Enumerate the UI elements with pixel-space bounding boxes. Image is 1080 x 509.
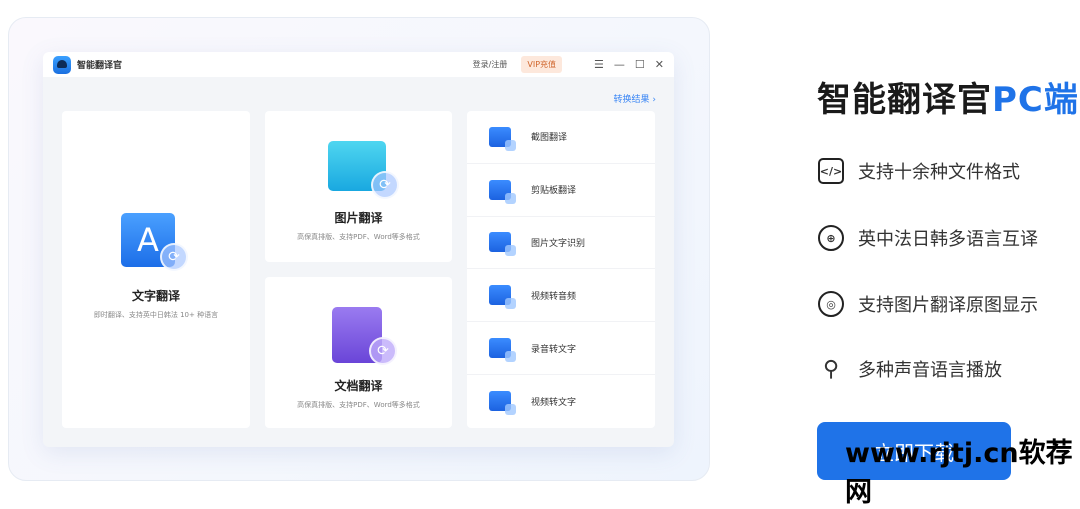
vip-button[interactable]: VIP充值 [521,56,563,73]
clipboard-icon [489,179,516,204]
video-icon [489,285,516,310]
feature-item: </> 支持十余种文件格式 [818,158,1020,184]
tool-video-to-text[interactable]: 视频转文字 [467,375,655,428]
app-window: 智能翻译官 登录/注册 VIP充值 ☰ — ☐ ✕ 转换结果 › A ⟳ 文字翻… [43,52,674,447]
image-translate-card[interactable]: ⟳ 图片翻译 高保真排版、支持PDF、Word等多格式 [265,111,452,262]
feature-label: 支持十余种文件格式 [858,162,1020,183]
sync-icon: ⟳ [160,243,188,271]
tool-label: 截图翻译 [531,133,568,144]
card-desc: 高保真排版、支持PDF、Word等多格式 [297,233,420,241]
sync-icon: ⟳ [369,337,397,365]
screenshot-icon [489,126,516,151]
tool-video-to-audio[interactable]: 视频转音频 [467,269,655,323]
menu-icon[interactable]: ☰ [594,58,604,71]
tool-clipboard-translate[interactable]: 剪贴板翻译 [467,164,655,217]
maximize-icon[interactable]: ☐ [635,58,645,71]
file-code-icon: </> [818,158,844,184]
feature-label: 支持图片翻译原图显示 [858,295,1038,316]
doc-translate-card[interactable]: ⟳ 文档翻译 高保真排版、支持PDF、Word等多格式 [265,277,452,428]
tools-list: 截图翻译 剪贴板翻译 图片文字识别 视频转音频 录音转文字 视频转文字 [467,111,655,428]
login-link[interactable]: 登录/注册 [473,59,508,70]
close-icon[interactable]: ✕ [655,58,664,71]
minimize-icon[interactable]: — [614,58,625,71]
promo-title: 智能翻译官PC端 [817,80,1079,120]
feature-item: ⚲ 多种声音语言播放 [818,356,1002,382]
tool-recording-to-text[interactable]: 录音转文字 [467,322,655,375]
ocr-icon [489,232,516,257]
card-desc: 高保真排版、支持PDF、Word等多格式 [297,401,420,409]
feature-label: 英中法日韩多语言互译 [858,229,1038,250]
card-title: 图片翻译 [334,211,383,225]
title-bar: 智能翻译官 登录/注册 VIP充值 ☰ — ☐ ✕ [43,52,674,77]
tool-label: 图片文字识别 [531,238,586,249]
microphone-icon [489,338,516,363]
feature-item: ⊕ 英中法日韩多语言互译 [818,225,1038,251]
conversion-results-link[interactable]: 转换结果 › [614,92,656,105]
globe-icon: ⊕ [818,225,844,251]
tool-image-ocr[interactable]: 图片文字识别 [467,217,655,270]
sync-icon: ⟳ [371,171,399,199]
app-title: 智能翻译官 [77,61,123,71]
tool-label: 视频转文字 [531,397,577,408]
search-icon: ⚲ [822,356,840,382]
tool-screenshot-translate[interactable]: 截图翻译 [467,111,655,164]
video-text-icon [489,391,516,416]
image-icon: ◎ [818,291,844,317]
watermark: www.rjtj.cn软荐网 [845,438,1073,508]
tool-label: 录音转文字 [531,344,577,355]
text-translate-card[interactable]: A ⟳ 文字翻译 即时翻译、支持英中日韩法 10+ 种语言 [62,111,250,428]
card-title: 文档翻译 [334,379,383,393]
tool-label: 剪贴板翻译 [531,186,577,197]
card-desc: 即时翻译、支持英中日韩法 10+ 种语言 [93,311,219,319]
card-title: 文字翻译 [131,289,180,303]
tool-label: 视频转音频 [531,291,577,302]
feature-label: 多种声音语言播放 [858,360,1002,381]
feature-item: ◎ 支持图片翻译原图显示 [818,291,1038,317]
app-logo-icon [53,55,71,74]
